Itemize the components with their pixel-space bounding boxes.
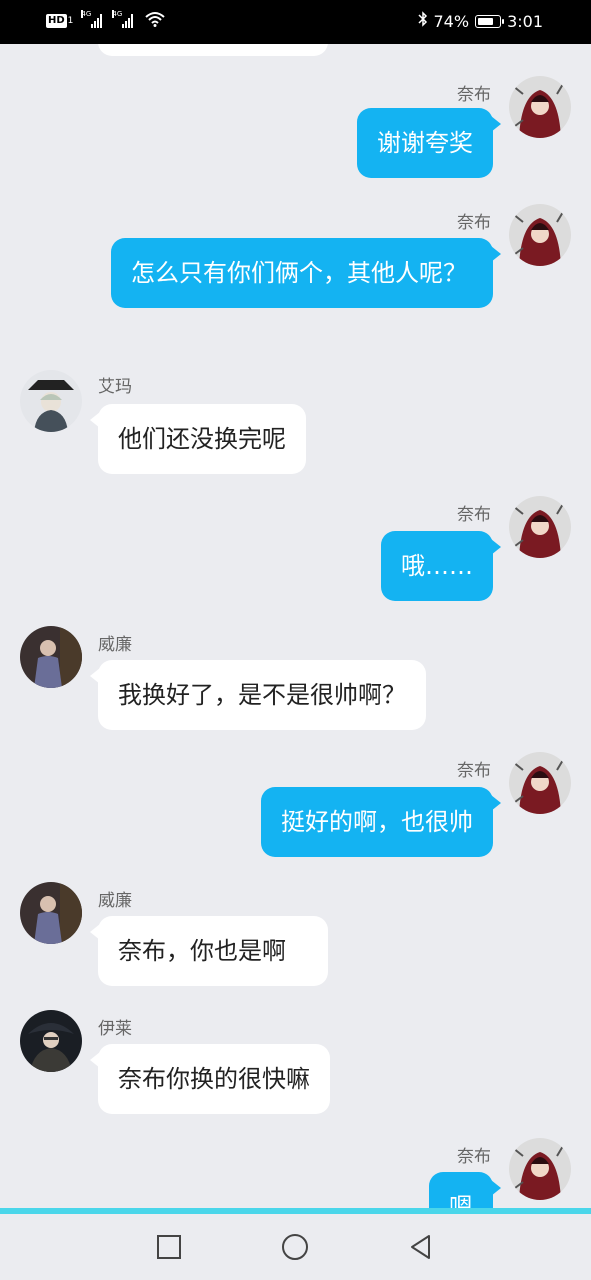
message-bubble[interactable]: 哦……: [381, 531, 501, 601]
avatar-william[interactable]: [20, 882, 82, 944]
recent-apps-button[interactable]: [154, 1232, 184, 1262]
sender-name: 奈布: [457, 85, 491, 105]
wifi-icon: [145, 11, 166, 30]
avatar-nabu[interactable]: [509, 752, 571, 814]
sender-name: 奈布: [457, 505, 491, 525]
bluetooth-icon: [417, 11, 428, 31]
message-bubble[interactable]: 嗯: [429, 1172, 501, 1210]
avatar-nabu[interactable]: [509, 496, 571, 558]
partial-message-bubble: [98, 44, 328, 56]
back-button[interactable]: [406, 1232, 436, 1262]
system-nav-bar: [0, 1214, 591, 1280]
sender-name: 威廉: [98, 891, 132, 911]
sender-name: 伊莱: [98, 1019, 132, 1039]
message-bubble[interactable]: 奈布，你也是啊: [90, 916, 328, 986]
square-icon: [157, 1235, 181, 1259]
clock: 3:01: [507, 11, 543, 31]
sender-name: 奈布: [457, 1147, 491, 1167]
message-bubble[interactable]: 挺好的啊，也很帅: [261, 787, 501, 857]
avatar-emma[interactable]: [20, 370, 82, 432]
home-button[interactable]: [280, 1232, 310, 1262]
signal-icon: 4G: [81, 9, 103, 28]
triangle-back-icon: [411, 1235, 430, 1259]
signal-icon-2: 4G: [112, 9, 134, 28]
battery-percent: 74%: [433, 11, 470, 31]
message-bubble[interactable]: 我换好了，是不是很帅啊？: [90, 660, 426, 730]
avatar-nabu[interactable]: [509, 204, 571, 266]
hd-badge-sub: 1: [67, 15, 74, 26]
hd-badge: HD: [46, 13, 67, 28]
message-bubble[interactable]: 谢谢夸奖: [357, 108, 501, 178]
message-bubble[interactable]: 怎么只有你们俩个，其他人呢？: [111, 238, 501, 308]
avatar-william[interactable]: [20, 626, 82, 688]
status-bar: HD 1 4G 4G 74% 3:01: [0, 0, 591, 44]
avatar-nabu[interactable]: [509, 76, 571, 138]
sender-name: 威廉: [98, 635, 132, 655]
message-bubble[interactable]: 他们还没换完呢: [90, 404, 306, 474]
avatar-eli[interactable]: [20, 1010, 82, 1072]
sender-name: 奈布: [457, 213, 491, 233]
circle-icon: [282, 1234, 308, 1260]
sender-name: 艾玛: [98, 377, 132, 397]
chat-list[interactable]: 奈布 谢谢夸奖 奈布 怎么只有你们俩个，其他人呢？ 艾玛 他们还没换完呢 奈布 …: [0, 44, 591, 1210]
sender-name: 奈布: [457, 761, 491, 781]
avatar-nabu[interactable]: [509, 1138, 571, 1200]
battery-icon: [475, 14, 505, 28]
message-bubble[interactable]: 奈布你换的很快嘛: [90, 1044, 330, 1114]
